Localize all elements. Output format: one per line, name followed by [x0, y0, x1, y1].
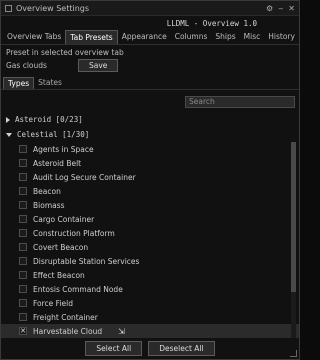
- chevron-right-icon: [6, 116, 10, 123]
- checkbox[interactable]: [19, 187, 27, 195]
- group-label: Celestial [1/30]: [17, 130, 90, 139]
- list-item[interactable]: Cargo Container: [1, 212, 299, 226]
- deselect-all-button[interactable]: Deselect All: [148, 341, 215, 356]
- scrollbar[interactable]: [291, 142, 296, 338]
- close-icon[interactable]: ✕: [288, 4, 295, 13]
- group-celestial[interactable]: Celestial [1/30]: [1, 127, 299, 142]
- list-item[interactable]: Beacon: [1, 184, 299, 198]
- checkbox[interactable]: [19, 229, 27, 237]
- checkbox[interactable]: [19, 173, 27, 181]
- tab-overview-tabs[interactable]: Overview Tabs: [3, 30, 65, 44]
- tab-ships[interactable]: Ships: [211, 30, 239, 44]
- title-bar[interactable]: Overview Settings ⚙ ‒ ✕: [1, 1, 299, 16]
- item-label: Agents in Space: [33, 144, 94, 154]
- checkbox[interactable]: [19, 299, 27, 307]
- checkbox[interactable]: [19, 243, 27, 251]
- minimize-icon[interactable]: ‒: [278, 4, 283, 13]
- item-label: Cargo Container: [33, 214, 95, 224]
- preset-name: Gas clouds: [6, 61, 47, 70]
- list-item[interactable]: Construction Platform: [1, 226, 299, 240]
- footer-actions: Select All Deselect All: [1, 341, 299, 356]
- type-list: Agents in Space Asteroid Belt Audit Log …: [1, 142, 299, 338]
- overview-settings-window: Overview Settings ⚙ ‒ ✕ LLDML - Overview…: [0, 0, 300, 360]
- list-item[interactable]: Force Field: [1, 296, 299, 310]
- list-item[interactable]: Entosis Command Node: [1, 282, 299, 296]
- window-title: Overview Settings: [16, 3, 90, 13]
- checkbox[interactable]: [19, 215, 27, 223]
- search-row: Search: [1, 90, 299, 112]
- tab-types[interactable]: Types: [3, 77, 35, 89]
- item-label: Force Field: [33, 298, 73, 308]
- item-label: Freight Container: [33, 312, 98, 322]
- tab-tab-presets[interactable]: Tab Presets: [65, 30, 118, 44]
- checkbox[interactable]: [19, 313, 27, 321]
- mouse-cursor-icon: ⇲: [118, 326, 125, 336]
- filter-subtabs: Types States: [1, 77, 299, 90]
- list-item[interactable]: Effect Beacon: [1, 268, 299, 282]
- settings-tabs: Overview Tabs Tab Presets Appearance Col…: [1, 30, 299, 45]
- tab-appearance[interactable]: Appearance: [118, 30, 171, 44]
- preset-hint: Preset in selected overview tab: [6, 48, 124, 57]
- list-item[interactable]: ✕ Harvestable Cloud ⇲: [1, 324, 299, 338]
- item-label: Beacon: [33, 186, 61, 196]
- settings-icon[interactable]: ⚙: [266, 4, 273, 13]
- window-icon: [5, 4, 12, 12]
- checkbox[interactable]: [19, 145, 27, 153]
- item-label: Covert Beacon: [33, 242, 89, 252]
- checkbox[interactable]: [19, 257, 27, 265]
- item-label: Harvestable Cloud: [33, 326, 103, 336]
- search-input[interactable]: Search: [185, 96, 295, 108]
- item-label: Effect Beacon: [33, 270, 85, 280]
- tab-history[interactable]: History: [264, 30, 299, 44]
- select-all-button[interactable]: Select All: [85, 341, 143, 356]
- profile-label: LLDML - Overview 1.0: [1, 16, 299, 30]
- scrollbar-thumb[interactable]: [291, 142, 296, 292]
- tab-columns[interactable]: Columns: [171, 30, 212, 44]
- checkbox[interactable]: [19, 271, 27, 279]
- item-label: Audit Log Secure Container: [33, 172, 136, 182]
- item-label: Construction Platform: [33, 228, 115, 238]
- list-item[interactable]: Covert Beacon: [1, 240, 299, 254]
- item-label: Disruptable Station Services: [33, 256, 140, 266]
- checkbox-checked[interactable]: ✕: [19, 327, 27, 335]
- list-item[interactable]: Disruptable Station Services: [1, 254, 299, 268]
- window-controls: ⚙ ‒ ✕: [266, 4, 295, 13]
- save-button[interactable]: Save: [78, 59, 119, 72]
- resize-handle[interactable]: [290, 350, 297, 357]
- list-item[interactable]: Asteroid Belt: [1, 156, 299, 170]
- item-label: Entosis Command Node: [33, 284, 123, 294]
- profile-name: LLDML - Overview 1.0: [166, 18, 257, 28]
- list-item[interactable]: Biomass: [1, 198, 299, 212]
- list-item[interactable]: Freight Container: [1, 310, 299, 324]
- item-label: Biomass: [33, 200, 65, 210]
- checkbox[interactable]: [19, 201, 27, 209]
- group-label: Asteroid [0/23]: [15, 115, 83, 124]
- checkbox[interactable]: [19, 159, 27, 167]
- checkbox[interactable]: [19, 285, 27, 293]
- list-item[interactable]: Agents in Space: [1, 142, 299, 156]
- preset-row: Gas clouds Save: [1, 57, 299, 74]
- group-asteroid[interactable]: Asteroid [0/23]: [1, 112, 299, 127]
- list-item[interactable]: Audit Log Secure Container: [1, 170, 299, 184]
- item-label: Asteroid Belt: [33, 158, 82, 168]
- tab-states[interactable]: States: [34, 77, 66, 89]
- tab-misc[interactable]: Misc: [240, 30, 265, 44]
- chevron-down-icon: [6, 132, 12, 137]
